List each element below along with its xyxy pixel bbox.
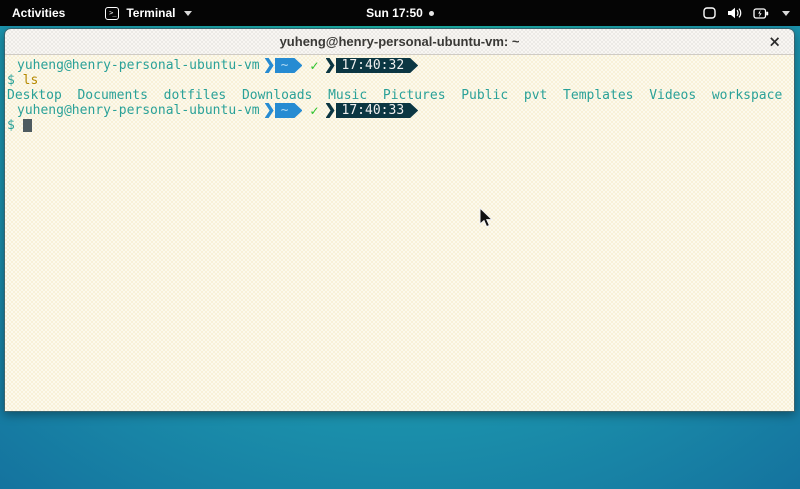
prompt-line-2: yuheng@henry-personal-ubuntu-vm ~ ✓ 17:4… xyxy=(7,103,794,118)
status-check-icon: ✓ xyxy=(309,104,319,118)
directory-name: Public xyxy=(461,88,508,103)
prompt-path: ~ xyxy=(281,58,289,73)
path-segment: ~ xyxy=(275,103,303,118)
terminal-content[interactable]: yuheng@henry-personal-ubuntu-vm ~ ✓ 17:4… xyxy=(5,55,794,412)
display-icon xyxy=(703,7,716,19)
command-line: $ ls xyxy=(7,73,794,88)
prompt-line-1: yuheng@henry-personal-ubuntu-vm ~ ✓ 17:4… xyxy=(7,58,794,73)
powerline-chevron-icon xyxy=(265,58,274,73)
directory-name: workspace xyxy=(712,88,782,103)
prompt-user: yuheng@henry-personal-ubuntu-vm xyxy=(17,103,260,118)
powerline-chevron-icon xyxy=(326,58,335,73)
terminal-icon: >_ xyxy=(105,7,119,20)
text-cursor xyxy=(23,119,32,132)
top-bar: Activities >_ Terminal Sun 17:50 xyxy=(0,0,800,26)
clock[interactable]: Sun 17:50 xyxy=(366,6,423,20)
prompt-time: 17:40:32 xyxy=(342,58,405,73)
ls-output-line: Desktop Documents dotfiles Downloads Mus… xyxy=(7,88,794,103)
prompt-dollar: $ xyxy=(7,73,15,88)
window-titlebar[interactable]: yuheng@henry-personal-ubuntu-vm: ~ × xyxy=(5,29,794,55)
close-icon[interactable]: × xyxy=(768,34,781,49)
battery-charging-icon xyxy=(753,8,769,19)
directory-name: Documents xyxy=(77,88,147,103)
app-menu-label: Terminal xyxy=(126,6,175,20)
chevron-down-icon xyxy=(782,11,790,16)
directory-name: Pictures xyxy=(383,88,446,103)
topbar-left: Activities >_ Terminal xyxy=(0,0,192,26)
time-segment: 17:40:32 xyxy=(336,58,419,73)
directory-name: Music xyxy=(328,88,367,103)
powerline-chevron-icon xyxy=(326,103,335,118)
prompt-dollar: $ xyxy=(7,118,15,133)
directory-name: Desktop xyxy=(7,88,62,103)
typed-command: ls xyxy=(23,73,39,88)
volume-icon xyxy=(727,7,742,19)
prompt-user: yuheng@henry-personal-ubuntu-vm xyxy=(17,58,260,73)
system-status-area[interactable] xyxy=(703,0,794,26)
directory-name: dotfiles xyxy=(164,88,227,103)
window-title: yuheng@henry-personal-ubuntu-vm: ~ xyxy=(280,34,520,49)
directory-name: pvt xyxy=(524,88,547,103)
time-segment: 17:40:33 xyxy=(336,103,419,118)
path-segment: ~ xyxy=(275,58,303,73)
directory-name: Videos xyxy=(649,88,696,103)
input-line[interactable]: $ xyxy=(7,118,794,133)
directory-name: Templates xyxy=(563,88,633,103)
terminal-window: yuheng@henry-personal-ubuntu-vm: ~ × yuh… xyxy=(4,28,795,412)
directory-name: Downloads xyxy=(242,88,312,103)
status-check-icon: ✓ xyxy=(309,59,319,73)
activities-button[interactable]: Activities xyxy=(0,0,77,26)
prompt-path: ~ xyxy=(281,103,289,118)
app-menu-terminal[interactable]: >_ Terminal xyxy=(105,0,192,26)
notification-dot-icon xyxy=(429,11,434,16)
chevron-down-icon xyxy=(184,11,192,16)
prompt-time: 17:40:33 xyxy=(342,103,405,118)
powerline-chevron-icon xyxy=(265,103,274,118)
